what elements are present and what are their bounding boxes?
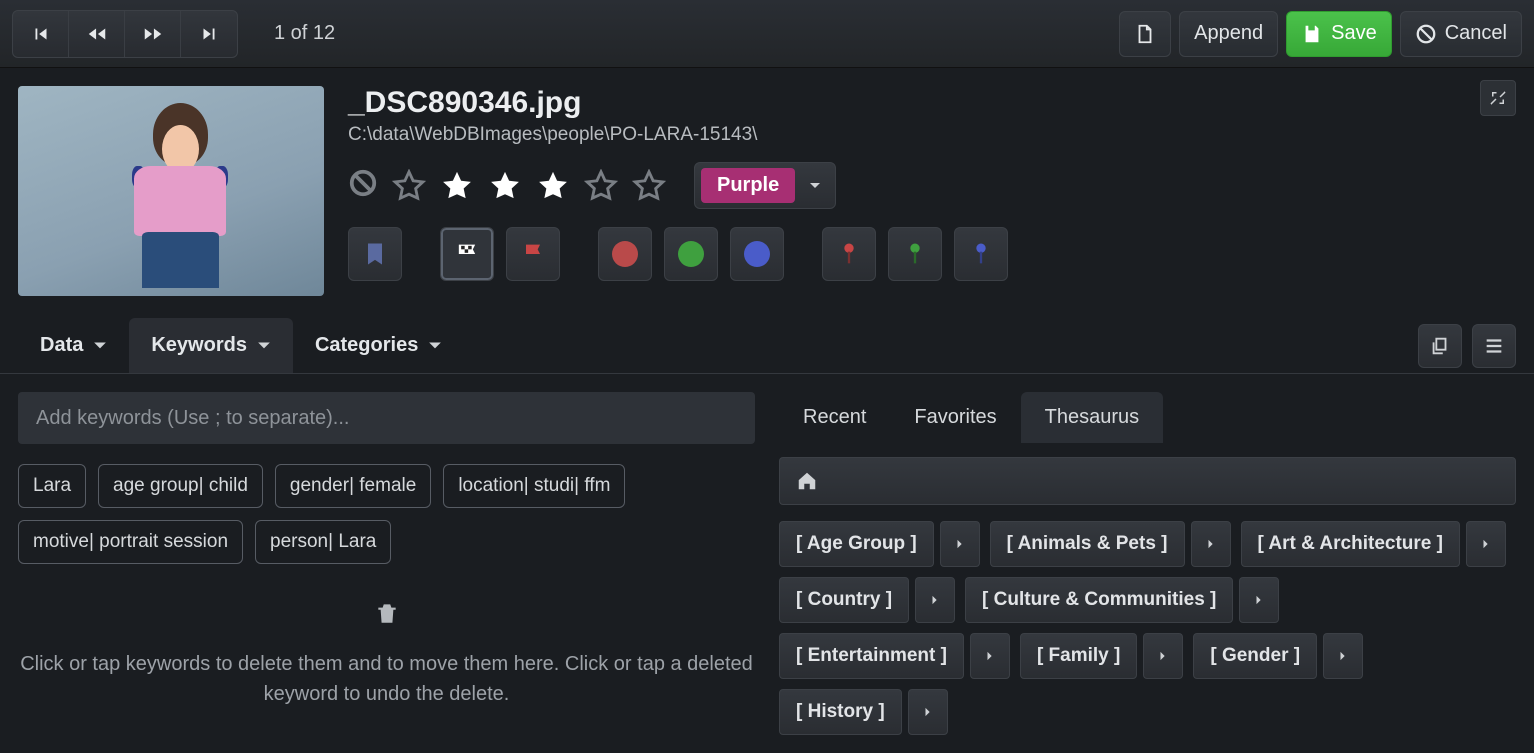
star-5[interactable] <box>632 169 666 203</box>
home-icon <box>796 470 818 492</box>
tab-categories[interactable]: Categories <box>293 318 464 373</box>
tab-thesaurus[interactable]: Thesaurus <box>1021 392 1164 443</box>
category-expand[interactable] <box>1143 633 1183 679</box>
thumbnail[interactable] <box>18 86 324 296</box>
keyword-chip[interactable]: age group| child <box>98 464 263 508</box>
top-toolbar: 1 of 12 Append Save Cancel <box>0 0 1534 68</box>
filepath: C:\data\WebDBImages\people\PO-LARA-15143… <box>348 124 1516 146</box>
copy-button[interactable] <box>1418 324 1462 368</box>
star-1[interactable] <box>440 169 474 203</box>
star-2[interactable] <box>488 169 522 203</box>
category-expand[interactable] <box>915 577 955 623</box>
filename: _DSC890346.jpg <box>348 86 1516 120</box>
category-grid: [ Age Group ] [ Animals & Pets ] [ Art & A… <box>779 521 1516 735</box>
trash-icon[interactable] <box>374 600 400 626</box>
keyword-chip[interactable]: gender| female <box>275 464 431 508</box>
color-label-dropdown[interactable]: Purple <box>694 162 836 209</box>
star-3[interactable] <box>536 169 570 203</box>
main-tabs: Data Keywords Categories <box>0 318 1534 374</box>
category-expand[interactable] <box>940 521 980 567</box>
new-file-button[interactable] <box>1119 11 1171 57</box>
keyword-chip[interactable]: location| studi| ffm <box>443 464 625 508</box>
category-button[interactable]: [ Age Group ] <box>779 521 934 567</box>
prev-button[interactable] <box>69 11 125 57</box>
category-button[interactable]: [ Culture & Communities ] <box>965 577 1233 623</box>
pin-green-marker[interactable] <box>888 227 942 281</box>
tab-data[interactable]: Data <box>18 318 129 373</box>
keywords-pane: Lara age group| child gender| female locati… <box>18 392 755 735</box>
tab-favorites[interactable]: Favorites <box>890 392 1020 443</box>
nav-group <box>12 10 238 58</box>
last-button[interactable] <box>181 11 237 57</box>
category-button[interactable]: [ Country ] <box>779 577 909 623</box>
chevron-down-icon <box>257 339 271 353</box>
save-icon <box>1301 23 1323 45</box>
category-button[interactable]: [ Animals & Pets ] <box>990 521 1185 567</box>
thesaurus-tabs: Recent Favorites Thesaurus <box>779 392 1516 443</box>
trash-hint: Click or tap keywords to delete them and… <box>18 649 755 709</box>
expand-button[interactable] <box>1480 80 1516 116</box>
reject-icon[interactable] <box>348 168 378 203</box>
marker-row <box>348 227 1516 281</box>
star-4[interactable] <box>584 169 618 203</box>
flag-red-marker[interactable] <box>506 227 560 281</box>
page-counter: 1 of 12 <box>274 22 335 45</box>
category-button[interactable]: [ Art & Architecture ] <box>1241 521 1460 567</box>
content-row: Lara age group| child gender| female locati… <box>0 374 1534 753</box>
category-expand[interactable] <box>1239 577 1279 623</box>
thesaurus-home[interactable] <box>779 457 1516 505</box>
category-button[interactable]: [ Gender ] <box>1193 633 1317 679</box>
dot-blue-marker[interactable] <box>730 227 784 281</box>
keyword-chip[interactable]: Lara <box>18 464 86 508</box>
chevron-down-icon <box>93 339 107 353</box>
category-expand[interactable] <box>1191 521 1231 567</box>
append-button[interactable]: Append <box>1179 11 1278 57</box>
category-expand[interactable] <box>908 689 948 735</box>
keyword-chips: Lara age group| child gender| female locati… <box>18 464 755 564</box>
bookmark-marker[interactable] <box>348 227 402 281</box>
category-expand[interactable] <box>970 633 1010 679</box>
rating-row: Purple <box>348 162 1516 209</box>
save-button[interactable]: Save <box>1286 11 1392 57</box>
tab-keywords[interactable]: Keywords <box>129 318 293 373</box>
dot-green-marker[interactable] <box>664 227 718 281</box>
tab-recent[interactable]: Recent <box>779 392 890 443</box>
flag-checkered-marker[interactable] <box>440 227 494 281</box>
keyword-input[interactable] <box>18 392 755 444</box>
chevron-down-icon <box>428 339 442 353</box>
color-label-chip: Purple <box>701 168 795 203</box>
trash-zone: Click or tap keywords to delete them and… <box>18 600 755 709</box>
pin-blue-marker[interactable] <box>954 227 1008 281</box>
chevron-down-icon <box>795 180 835 192</box>
category-button[interactable]: [ Family ] <box>1020 633 1137 679</box>
file-meta-row: _DSC890346.jpg C:\data\WebDBImages\peopl… <box>0 68 1534 308</box>
next-button[interactable] <box>125 11 181 57</box>
category-expand[interactable] <box>1466 521 1506 567</box>
cancel-icon <box>1415 23 1437 45</box>
category-button[interactable]: [ History ] <box>779 689 902 735</box>
first-button[interactable] <box>13 11 69 57</box>
keyword-chip[interactable]: person| Lara <box>255 520 391 564</box>
star-outline-icon[interactable] <box>392 169 426 203</box>
menu-button[interactable] <box>1472 324 1516 368</box>
keyword-chip[interactable]: motive| portrait session <box>18 520 243 564</box>
dot-red-marker[interactable] <box>598 227 652 281</box>
category-button[interactable]: [ Entertainment ] <box>779 633 964 679</box>
thesaurus-pane: Recent Favorites Thesaurus [ Age Group ]… <box>779 392 1516 735</box>
pin-red-marker[interactable] <box>822 227 876 281</box>
cancel-button[interactable]: Cancel <box>1400 11 1522 57</box>
category-expand[interactable] <box>1323 633 1363 679</box>
